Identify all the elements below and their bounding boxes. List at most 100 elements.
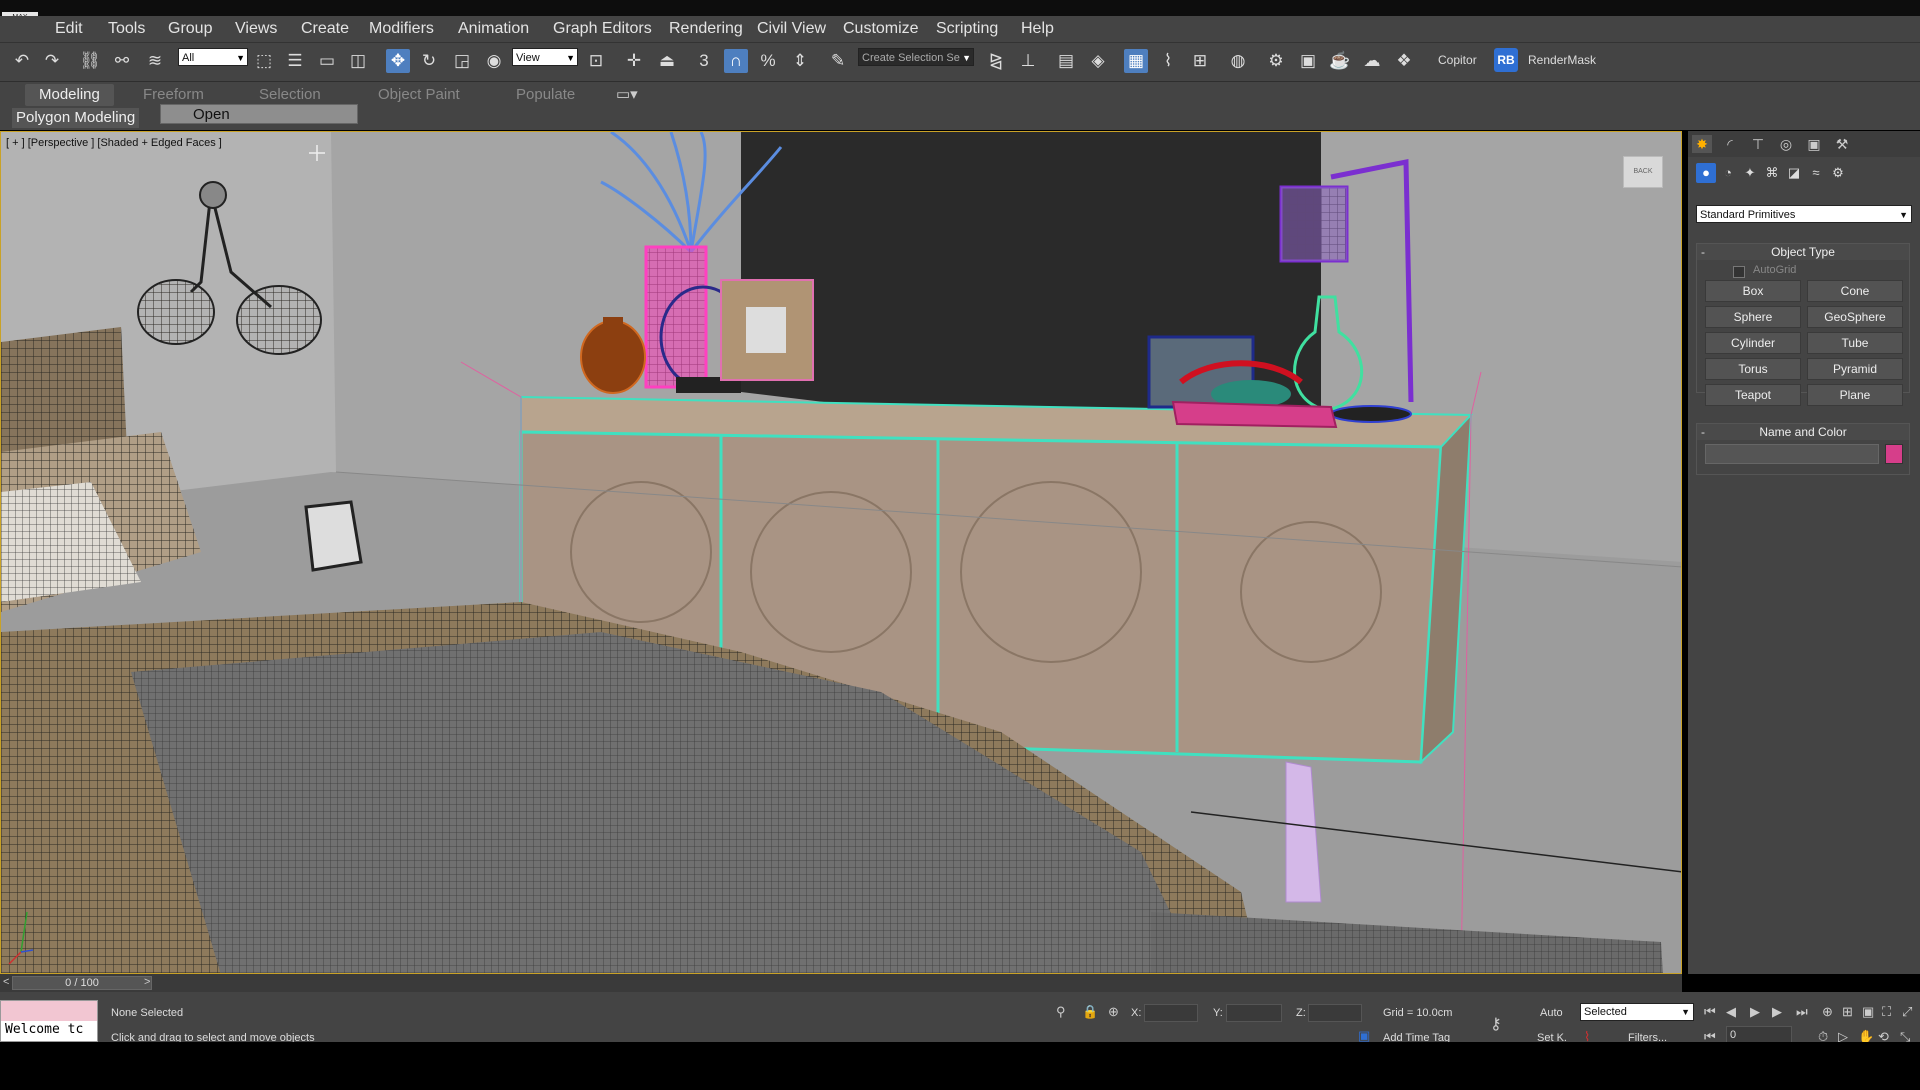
select-manipulate-icon[interactable]: ✛ (622, 49, 646, 73)
y-coordinate-field[interactable] (1226, 1004, 1282, 1022)
lights-icon[interactable]: ✦ (1740, 163, 1760, 183)
rendermask-icon[interactable]: RB (1494, 48, 1518, 72)
tab-freeform[interactable]: Freeform (143, 84, 204, 106)
motion-tab-icon[interactable]: ◎ (1776, 135, 1796, 153)
cone-button[interactable]: Cone (1807, 280, 1903, 302)
menu-graph-editors[interactable]: Graph Editors (553, 16, 652, 42)
schematic-view-icon[interactable]: ⊞ (1188, 49, 1212, 73)
zoom-extents-icon[interactable]: ▣ (1862, 1004, 1874, 1020)
systems-icon[interactable]: ⚙ (1828, 163, 1848, 183)
mirror-icon[interactable]: ⧎ (984, 49, 1008, 73)
plane-button[interactable]: Plane (1807, 384, 1903, 406)
copitor-label[interactable]: Copitor (1438, 53, 1477, 67)
tab-modeling[interactable]: Modeling (25, 84, 114, 106)
open-button[interactable]: Open (160, 104, 358, 124)
tab-selection[interactable]: Selection (259, 84, 321, 106)
z-coordinate-field[interactable] (1308, 1004, 1362, 1022)
menu-customize[interactable]: Customize (843, 16, 919, 42)
space-warps-icon[interactable]: ≈ (1806, 163, 1826, 183)
ribbon-options-icon[interactable]: ▭▾ (616, 84, 638, 106)
select-object-icon[interactable]: ⬚ (252, 49, 276, 73)
rendermask-label[interactable]: RenderMask (1528, 53, 1596, 67)
snaps-toggle-icon[interactable]: 3 (692, 49, 716, 73)
zoom-all-icon[interactable]: ⊞ (1842, 1004, 1853, 1020)
modify-tab-icon[interactable]: ◜ (1720, 135, 1740, 153)
select-and-scale-icon[interactable]: ◲ (450, 49, 474, 73)
render-setup-icon[interactable]: ⚙ (1264, 49, 1288, 73)
key-mode-dropdown[interactable]: Selected ▼ (1580, 1003, 1694, 1021)
sphere-button[interactable]: Sphere (1705, 306, 1801, 328)
display-tab-icon[interactable]: ▣ (1804, 135, 1824, 153)
time-next-button[interactable]: > (144, 976, 150, 988)
window-crossing-icon[interactable]: ◫ (346, 49, 370, 73)
menu-group[interactable]: Group (168, 16, 212, 42)
absolute-mode-icon[interactable]: ⊕ (1108, 1004, 1119, 1020)
time-slider[interactable]: 0 / 100 (12, 976, 152, 990)
auto-key-button[interactable]: Auto (1540, 1007, 1563, 1019)
tab-populate[interactable]: Populate (516, 84, 575, 106)
tube-button[interactable]: Tube (1807, 332, 1903, 354)
material-editor-icon[interactable]: ◍ (1226, 49, 1250, 73)
create-tab-icon[interactable]: ✸ (1692, 135, 1712, 153)
selection-lock-icon[interactable]: 🔒 (1082, 1004, 1098, 1020)
zoom-icon[interactable]: ⊕ (1822, 1004, 1833, 1020)
menu-modifiers[interactable]: Modifiers (369, 16, 434, 42)
perspective-viewport[interactable]: [ + ] [Perspective ] [Shaded + Edged Fac… (0, 131, 1682, 974)
render-production-icon[interactable]: ☕ (1328, 49, 1352, 73)
go-to-start-icon[interactable]: ⏮ (1704, 1004, 1716, 1020)
geosphere-button[interactable]: GeoSphere (1807, 306, 1903, 328)
rectangular-selection-icon[interactable]: ▭ (315, 49, 339, 73)
hierarchy-tab-icon[interactable]: ⊤ (1748, 135, 1768, 153)
select-and-rotate-icon[interactable]: ↻ (417, 49, 441, 73)
bind-space-warp-icon[interactable]: ≋ (143, 49, 167, 73)
viewcube[interactable]: BACK (1623, 156, 1663, 188)
previous-frame-icon[interactable]: ◀ (1726, 1004, 1736, 1020)
cameras-icon[interactable]: ⌘ (1762, 163, 1782, 183)
object-category-dropdown[interactable]: Standard Primitives ▼ (1696, 205, 1912, 223)
box-button[interactable]: Box (1705, 280, 1801, 302)
edit-named-selection-icon[interactable]: ✎ (826, 49, 850, 73)
select-and-move-icon[interactable]: ✥ (386, 49, 410, 73)
maximize-viewport-icon[interactable]: ⤢ (1902, 1004, 1912, 1020)
zoom-extents-all-icon[interactable]: ⛶ (1882, 1004, 1891, 1020)
unlink-icon[interactable]: ⚯ (110, 49, 134, 73)
name-and-color-header[interactable]: - Name and Color (1697, 424, 1909, 440)
menu-create[interactable]: Create (301, 16, 349, 42)
menu-tools[interactable]: Tools (108, 16, 145, 42)
spinner-snap-icon[interactable]: ⇕ (788, 49, 812, 73)
toggle-scene-explorer-icon[interactable]: ▤ (1054, 49, 1078, 73)
object-name-field[interactable] (1705, 444, 1879, 464)
menu-rendering[interactable]: Rendering (669, 16, 743, 42)
polygon-modeling-panel[interactable]: Polygon Modeling (12, 108, 140, 128)
geometry-icon[interactable]: ● (1696, 163, 1716, 183)
object-color-swatch[interactable] (1885, 444, 1903, 464)
maxscript-listener[interactable]: Welcome tc (0, 1000, 98, 1042)
menu-help[interactable]: Help (1021, 16, 1054, 42)
selection-filter-dropdown[interactable]: All ▼ (178, 48, 248, 66)
utilities-tab-icon[interactable]: ⚒ (1832, 135, 1852, 153)
render-in-cloud-icon[interactable]: ☁ (1360, 49, 1384, 73)
menu-scripting[interactable]: Scripting (936, 16, 998, 42)
curve-editor-icon[interactable]: ⌇ (1156, 49, 1180, 73)
torus-button[interactable]: Torus (1705, 358, 1801, 380)
angle-snap-icon[interactable]: ∩ (724, 49, 748, 73)
toggle-ribbon-icon[interactable]: ▦ (1124, 49, 1148, 73)
link-icon[interactable]: ⛓ (78, 49, 102, 73)
go-to-end-icon[interactable]: ⏭ (1796, 1004, 1808, 1020)
percent-snap-icon[interactable]: % (756, 49, 780, 73)
environment-icon[interactable]: ❖ (1392, 49, 1416, 73)
play-icon[interactable]: ▶ (1750, 1004, 1760, 1020)
pyramid-button[interactable]: Pyramid (1807, 358, 1903, 380)
keyboard-shortcut-override-icon[interactable]: ⏏ (655, 49, 679, 73)
rendered-frame-window-icon[interactable]: ▣ (1296, 49, 1320, 73)
tab-object-paint[interactable]: Object Paint (378, 84, 460, 106)
undo-icon[interactable]: ↶ (10, 49, 34, 73)
reference-coordinate-dropdown[interactable]: View ▼ (512, 48, 578, 66)
object-type-header[interactable]: - Object Type (1697, 244, 1909, 260)
isolate-selection-icon[interactable]: ⚲ (1056, 1004, 1066, 1020)
toggle-layer-explorer-icon[interactable]: ◈ (1086, 49, 1110, 73)
next-frame-icon[interactable]: ▶ (1772, 1004, 1782, 1020)
viewport-label[interactable]: [ + ] [Perspective ] [Shaded + Edged Fac… (6, 137, 222, 149)
pivot-center-icon[interactable]: ⊡ (584, 49, 608, 73)
x-coordinate-field[interactable] (1144, 1004, 1198, 1022)
